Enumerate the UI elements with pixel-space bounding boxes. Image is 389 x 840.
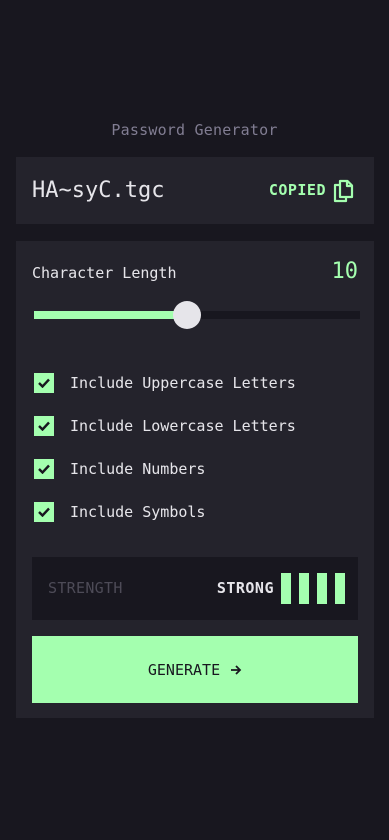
checkbox-lowercase[interactable]: [34, 416, 54, 436]
copy-icon[interactable]: [332, 179, 354, 203]
password-display: HA~syC.tgc: [32, 178, 165, 203]
character-length-slider[interactable]: [34, 301, 360, 329]
arrow-right-icon: [230, 664, 242, 676]
settings-panel: Character Length 10 Include Uppercase Le…: [16, 241, 374, 718]
password-output-panel: HA~syC.tgc COPIED: [16, 157, 374, 224]
page-title: Password Generator: [111, 121, 278, 139]
strength-bar: [317, 573, 327, 604]
option-label: Include Numbers: [70, 460, 206, 478]
checkbox-uppercase[interactable]: [34, 373, 54, 393]
strength-bar: [281, 573, 291, 604]
option-label: Include Symbols: [70, 503, 206, 521]
strength-bar: [335, 573, 345, 604]
strength-bar: [299, 573, 309, 604]
checkbox-symbols[interactable]: [34, 502, 54, 522]
character-length-value: 10: [331, 259, 359, 284]
strength-label: STRENGTH: [48, 579, 123, 597]
check-icon: [38, 421, 50, 431]
option-numbers[interactable]: Include Numbers: [34, 459, 205, 479]
strength-value: STRONG: [216, 579, 274, 597]
slider-fill: [34, 311, 188, 319]
generate-button[interactable]: GENERATE: [32, 636, 358, 703]
checkbox-numbers[interactable]: [34, 459, 54, 479]
option-uppercase[interactable]: Include Uppercase Letters: [34, 373, 296, 393]
option-label: Include Lowercase Letters: [70, 417, 296, 435]
generate-label: GENERATE: [147, 660, 221, 679]
strength-meter: STRENGTH STRONG: [32, 557, 358, 620]
check-icon: [38, 378, 50, 388]
option-label: Include Uppercase Letters: [70, 374, 296, 392]
slider-thumb[interactable]: [173, 301, 202, 329]
character-length-label: Character Length: [32, 264, 177, 282]
copied-status-label: COPIED: [268, 181, 326, 199]
option-symbols[interactable]: Include Symbols: [34, 502, 205, 522]
check-icon: [38, 464, 50, 474]
check-icon: [38, 507, 50, 517]
option-lowercase[interactable]: Include Lowercase Letters: [34, 416, 296, 436]
